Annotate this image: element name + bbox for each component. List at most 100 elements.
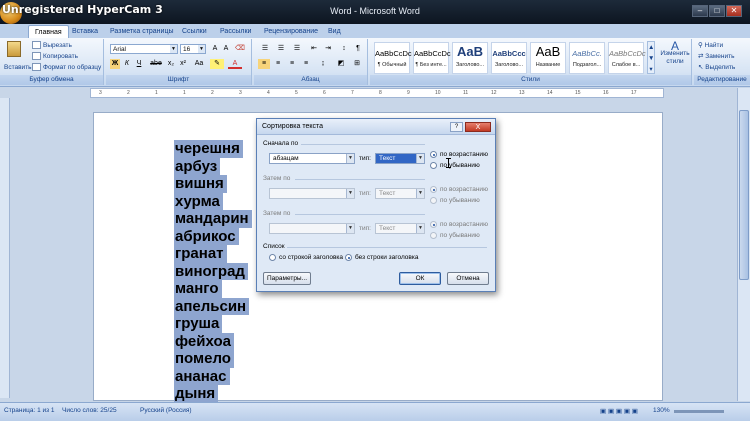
paste-button[interactable] — [4, 41, 24, 63]
replace-button[interactable]: ⇄ Заменить — [698, 52, 734, 62]
then-descending-radio-2[interactable] — [430, 232, 437, 239]
selected-word-line[interactable]: черешня — [174, 140, 243, 158]
chevron-down-icon[interactable]: ▼ — [416, 189, 424, 198]
without-header-radio[interactable] — [345, 254, 352, 261]
zoom-level[interactable]: 130% — [653, 407, 670, 414]
vertical-scrollbar[interactable] — [737, 88, 750, 401]
chevron-down-icon[interactable]: ▼ — [416, 224, 424, 233]
strikethrough-button[interactable]: abe — [148, 59, 164, 69]
chevron-down-icon[interactable]: ▼ — [346, 154, 354, 163]
align-center-icon[interactable]: ≡ — [272, 59, 284, 69]
selected-word-line[interactable]: груша — [174, 315, 223, 333]
tab-references[interactable]: Ссылки — [176, 25, 213, 38]
underline-button[interactable]: Ч — [134, 59, 144, 69]
tab-insert[interactable]: Вставка — [66, 25, 104, 38]
chevron-down-icon[interactable]: ▼ — [170, 45, 177, 53]
tab-page-layout[interactable]: Разметка страницы — [104, 25, 180, 38]
then-ascending-radio-2[interactable] — [430, 221, 437, 228]
multilevel-list-icon[interactable]: ☰ — [290, 44, 304, 54]
selected-word-line[interactable]: ананас — [174, 367, 230, 385]
first-descending-radio[interactable] — [430, 162, 437, 169]
paste-label[interactable]: Вставить — [4, 63, 32, 73]
minimize-button[interactable]: – — [692, 5, 708, 17]
sort-icon[interactable]: ↕ — [338, 44, 350, 54]
then-by-select-2[interactable]: ▼ — [269, 223, 355, 234]
font-name-combo[interactable]: Arial ▼ — [110, 44, 178, 54]
first-type-select[interactable]: Текст ▼ — [375, 153, 425, 164]
numbering-icon[interactable]: ☰ — [274, 44, 288, 54]
then-type-select-1[interactable]: Текст ▼ — [375, 188, 425, 199]
styles-scroll[interactable]: ▲ ▼ ▾ — [647, 41, 655, 74]
bold-button[interactable]: Ж — [110, 59, 120, 69]
first-ascending-radio[interactable] — [430, 151, 437, 158]
selected-word-line[interactable]: апельсин — [174, 297, 250, 315]
close-window-button[interactable]: ✕ — [726, 5, 742, 17]
format-painter-button[interactable]: Формат по образцу — [32, 63, 101, 73]
pilcrow-icon[interactable]: ¶ — [352, 44, 364, 54]
style-normal[interactable]: AaBbCcDc ¶ Обычный — [374, 42, 412, 74]
word-count[interactable]: Число слов: 25/25 — [62, 407, 117, 414]
shading-icon[interactable]: ◩ — [334, 59, 348, 69]
cancel-button[interactable]: Отмена — [447, 272, 489, 285]
selected-word-line[interactable]: хурма — [174, 192, 223, 210]
horizontal-ruler[interactable]: 3 2 1 1 2 3 4 5 6 7 8 9 10 11 12 13 14 15 16 17 — [90, 88, 664, 98]
selected-word-line[interactable]: вишня — [174, 175, 227, 193]
selected-word-line[interactable]: дыня — [174, 385, 219, 403]
align-right-icon[interactable]: ≡ — [286, 59, 298, 69]
style-no-spacing[interactable]: AaBbCcDc ¶ Без инте... — [413, 42, 451, 74]
maximize-button[interactable]: □ — [709, 5, 725, 17]
find-button[interactable]: ⚲ Найти — [698, 41, 723, 51]
tab-mailings[interactable]: Рассылки — [214, 25, 257, 38]
bullets-icon[interactable]: ☰ — [258, 44, 272, 54]
cut-button[interactable]: Вырезать — [32, 41, 72, 51]
highlight-icon[interactable]: ✎ — [210, 59, 224, 69]
style-heading-2[interactable]: AaBbCcc Заголово... — [491, 42, 527, 74]
chevron-down-icon[interactable]: ▼ — [198, 45, 205, 53]
vertical-ruler[interactable] — [0, 98, 10, 398]
scrollbar-thumb[interactable] — [739, 110, 749, 280]
with-header-radio[interactable] — [269, 254, 276, 261]
style-subtle-emphasis[interactable]: AaBbCcDc Слабое в... — [608, 42, 646, 74]
tab-review[interactable]: Рецензирование — [258, 25, 324, 38]
tab-view[interactable]: Вид — [322, 25, 347, 38]
language-indicator[interactable]: Русский (Россия) — [140, 407, 192, 414]
decrease-indent-icon[interactable]: ⇤ — [308, 44, 320, 54]
then-type-select-2[interactable]: Текст ▼ — [375, 223, 425, 234]
copy-button[interactable]: Копировать — [32, 52, 78, 62]
document-word-list[interactable]: черешня арбуз вишня хурма мандарин абрикос гра… — [174, 140, 252, 403]
ok-button[interactable]: ОК — [399, 272, 441, 285]
selected-word-line[interactable]: арбуз — [174, 157, 221, 175]
dialog-close-button[interactable]: X — [465, 122, 491, 132]
page-count[interactable]: Страница: 1 из 1 — [4, 407, 55, 414]
align-left-icon[interactable]: ≡ — [258, 59, 270, 69]
help-button[interactable]: ? — [450, 122, 463, 132]
font-size-combo[interactable]: 16 ▼ — [180, 44, 206, 54]
chevron-down-icon[interactable]: ▼ — [346, 224, 354, 233]
selected-word-line[interactable]: фейхоа — [174, 332, 234, 350]
selected-word-line[interactable]: виноград — [174, 262, 248, 280]
chevron-down-icon[interactable]: ▼ — [346, 189, 354, 198]
font-color-button[interactable]: A — [228, 59, 242, 69]
tab-home[interactable]: Главная — [28, 25, 69, 38]
style-heading-1[interactable]: AaB Заголово... — [452, 42, 488, 74]
then-by-select-1[interactable]: ▼ — [269, 188, 355, 199]
first-by-select[interactable]: абзацам ▼ — [269, 153, 355, 164]
then-descending-radio-1[interactable] — [430, 197, 437, 204]
change-case-button[interactable]: Aa — [192, 59, 206, 69]
style-subtitle[interactable]: AaBbCc. Подзагол... — [569, 42, 605, 74]
select-button[interactable]: ↖ Выделить — [698, 63, 735, 73]
zoom-slider[interactable] — [674, 410, 724, 413]
superscript-button[interactable]: x² — [178, 59, 188, 69]
increase-indent-icon[interactable]: ⇥ — [322, 44, 334, 54]
selected-word-line[interactable]: гранат — [174, 245, 227, 263]
selected-word-line[interactable]: помело — [174, 350, 234, 368]
line-spacing-icon[interactable]: ↨ — [316, 59, 330, 69]
options-button[interactable]: Параметры... — [263, 272, 311, 285]
grow-font-icon[interactable]: A — [210, 44, 220, 54]
chevron-down-icon[interactable]: ▼ — [416, 154, 424, 163]
change-styles-button[interactable]: A Изменить стили — [660, 40, 690, 66]
clear-format-icon[interactable]: ⌫ — [234, 44, 246, 54]
selected-word-line[interactable]: мандарин — [174, 210, 252, 228]
italic-button[interactable]: К — [122, 59, 132, 69]
style-title[interactable]: AaB Название — [530, 42, 566, 74]
